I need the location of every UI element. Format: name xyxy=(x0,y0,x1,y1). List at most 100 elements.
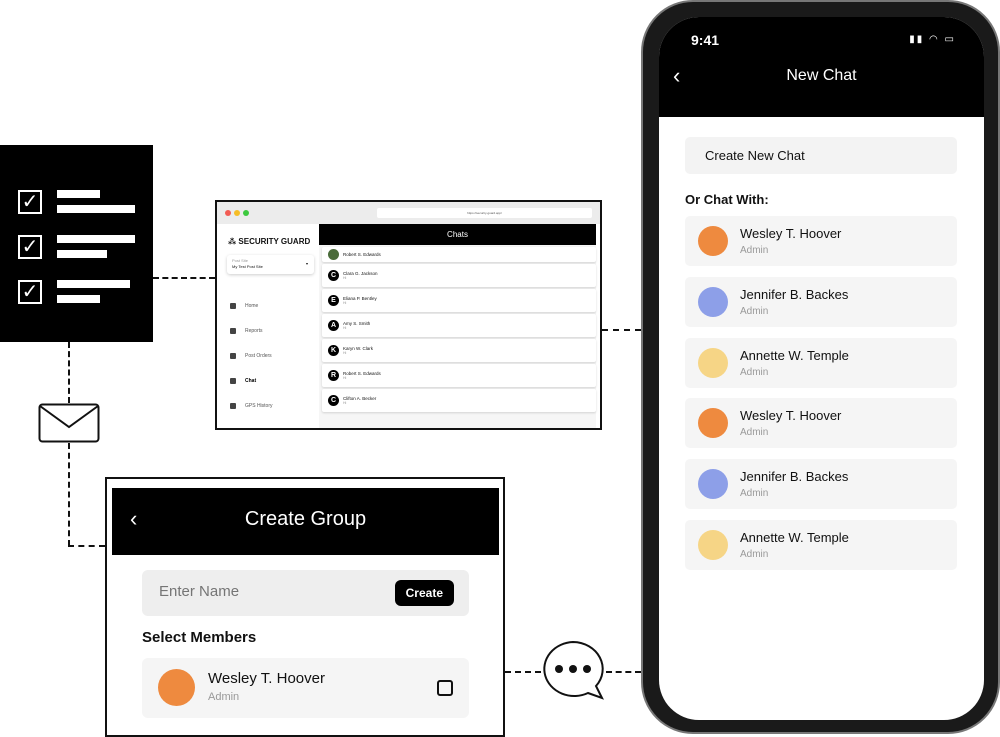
maximize-dot[interactable] xyxy=(243,210,249,216)
connector xyxy=(68,342,70,403)
close-dot[interactable] xyxy=(225,210,231,216)
section-title: Select Members xyxy=(142,629,257,646)
chat-name: Amy S. Smith xyxy=(343,321,371,326)
chat-name: Robert S. Edwards xyxy=(343,371,381,376)
header: ‹ Create Group xyxy=(112,488,499,555)
chat-name: Karyn W. Clark xyxy=(343,346,374,351)
nav-label: Post Orders xyxy=(245,353,272,359)
chat-row[interactable]: K Karyn W. Clark Hi xyxy=(322,339,596,362)
contact-name: Annette W. Temple xyxy=(740,347,849,363)
create-new-chat-button[interactable]: Create New Chat xyxy=(685,137,957,174)
status-icons: ▮▮ ◠ ▭ xyxy=(909,34,956,45)
contact-row[interactable]: Jennifer B. Backes Admin xyxy=(685,276,957,327)
member-row[interactable]: Wesley T. Hoover Admin xyxy=(142,658,469,718)
chat-preview: Hi xyxy=(343,276,347,280)
avatar: C xyxy=(328,395,339,406)
nav-label: Reports xyxy=(245,328,263,334)
clipboard-icon xyxy=(230,353,236,359)
connector xyxy=(602,329,641,331)
minimize-dot[interactable] xyxy=(234,210,240,216)
avatar xyxy=(698,469,728,500)
chat-icon xyxy=(230,378,236,384)
chat-row[interactable]: C Clifton A. Becker Hi xyxy=(322,389,596,412)
checklist-icon: ✓ ✓ ✓ xyxy=(0,145,153,342)
sidebar-item-gps-history[interactable]: GPS History xyxy=(230,403,273,409)
sidebar: ⁂ SECURITY GUARD Post Site My Test Post … xyxy=(217,224,319,428)
sidebar-item-reports[interactable]: Reports xyxy=(230,328,263,334)
contact-row[interactable]: Annette W. Temple Admin xyxy=(685,337,957,388)
create-button[interactable]: Create xyxy=(394,580,454,606)
contact-row[interactable]: Annette W. Temple Admin xyxy=(685,520,957,570)
avatar xyxy=(328,249,339,260)
brand-logo: ⁂ SECURITY GUARD xyxy=(228,237,311,246)
new-chat-screen: 9:41 ▮▮ ◠ ▭ ‹ New Chat Create New Chat O… xyxy=(659,17,984,720)
avatar: R xyxy=(328,370,339,381)
contact-role: Admin xyxy=(740,427,769,439)
avatar xyxy=(698,226,728,256)
nav-label: GPS History xyxy=(245,403,273,409)
sidebar-item-home[interactable]: Home xyxy=(230,303,258,309)
page-title: Create Group xyxy=(244,508,367,530)
contact-row[interactable]: Wesley T. Hoover Admin xyxy=(685,216,957,266)
chat-preview: Hi xyxy=(343,401,347,405)
avatar: C xyxy=(328,270,339,281)
avatar xyxy=(698,530,728,560)
chat-preview: Hi xyxy=(343,326,347,330)
member-name: Wesley T. Hoover xyxy=(208,670,325,687)
chats-header: Chats xyxy=(319,224,596,245)
connector xyxy=(505,671,541,673)
contact-role: Admin xyxy=(740,549,769,560)
chat-row[interactable]: A Amy S. Smith Hi xyxy=(322,314,596,337)
sidebar-item-chat[interactable]: Chat xyxy=(230,378,256,384)
member-role: Admin xyxy=(208,691,240,703)
contact-name: Wesley T. Hoover xyxy=(740,226,842,241)
page-title: New Chat xyxy=(786,67,857,84)
phone-mockup: 9:41 ▮▮ ◠ ▭ ‹ New Chat Create New Chat O… xyxy=(641,0,1000,734)
connector xyxy=(606,671,641,673)
list-icon xyxy=(230,328,236,334)
home-icon xyxy=(230,303,236,309)
chat-name: Robert S. Edwards xyxy=(343,252,381,257)
status-time: 9:41 xyxy=(691,32,720,48)
avatar: E xyxy=(328,295,339,306)
chat-row[interactable]: C Clara G. Jackson Hi xyxy=(322,264,596,287)
chat-row[interactable]: Robert S. Edwards xyxy=(322,247,596,262)
connector xyxy=(68,545,105,547)
chat-preview: Hi xyxy=(343,376,347,380)
contact-name: Jennifer B. Backes xyxy=(740,286,849,302)
address-bar[interactable]: https://security-guard.app/ xyxy=(377,208,592,218)
chat-name: Clara G. Jackson xyxy=(343,271,378,276)
chat-preview: Hi xyxy=(343,301,347,305)
contact-role: Admin xyxy=(740,305,769,317)
contact-role: Admin xyxy=(740,488,769,500)
section-title: Or Chat With: xyxy=(685,192,769,207)
create-group-screen: ‹ Create Group Create Select Members Wes… xyxy=(105,477,505,737)
browser-toolbar: https://security-guard.app/ xyxy=(217,202,600,224)
speech-bubble-icon xyxy=(543,640,605,700)
chat-row[interactable]: R Robert S. Edwards Hi xyxy=(322,364,596,387)
member-checkbox[interactable] xyxy=(437,680,453,696)
chat-name: Eliana P. Bentley xyxy=(343,296,377,301)
contact-row[interactable]: Wesley T. Hoover Admin xyxy=(685,398,957,449)
avatar: K xyxy=(328,345,339,356)
chat-name: Clifton A. Becker xyxy=(343,396,377,401)
avatar xyxy=(158,669,195,706)
contact-row[interactable]: Jennifer B. Backes Admin xyxy=(685,459,957,510)
nav-label: Home xyxy=(245,303,259,309)
location-icon xyxy=(230,403,236,409)
contact-name: Wesley T. Hoover xyxy=(740,408,842,424)
post-site-select[interactable]: Post Site My Test Post Site ▾ xyxy=(227,255,314,274)
connector xyxy=(68,443,70,546)
contact-role: Admin xyxy=(740,245,769,256)
connector xyxy=(153,277,215,279)
avatar xyxy=(698,286,728,317)
contact-role: Admin xyxy=(740,366,769,378)
contact-name: Annette W. Temple xyxy=(740,530,849,545)
chat-row[interactable]: E Eliana P. Bentley Hi xyxy=(322,289,596,312)
nav-label: Chat xyxy=(245,378,257,384)
group-name-input[interactable] xyxy=(159,583,359,600)
header: 9:41 ▮▮ ◠ ▭ ‹ New Chat xyxy=(659,17,984,117)
sidebar-item-post-orders[interactable]: Post Orders xyxy=(230,353,272,359)
avatar xyxy=(698,408,728,439)
browser-window: https://security-guard.app/ ⁂ SECURITY G… xyxy=(215,200,602,430)
